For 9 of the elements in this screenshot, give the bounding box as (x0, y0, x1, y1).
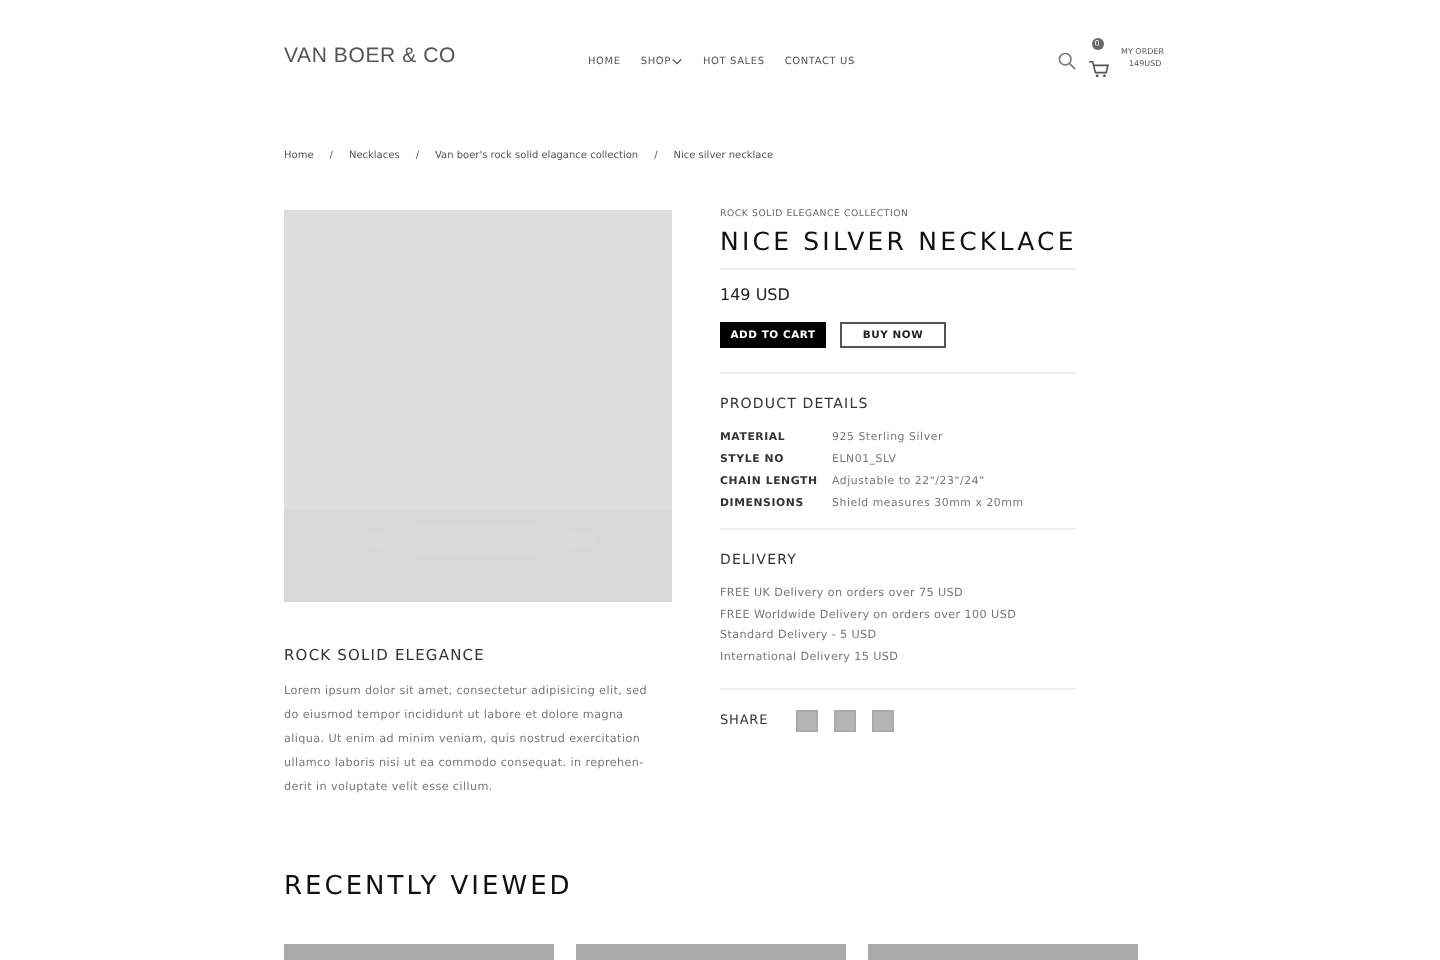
logo[interactable]: VAN BOER & CO (284, 44, 588, 68)
share-button[interactable] (834, 709, 857, 732)
section-heading: RECENTLY VIEWED (284, 872, 575, 902)
share-button[interactable] (796, 709, 819, 732)
cart-icon[interactable] (1087, 60, 1110, 78)
share-button[interactable] (872, 709, 895, 732)
search-icon[interactable] (1057, 52, 1076, 70)
price: 149 USD (720, 286, 792, 304)
product-title: NICE SILVER NECKLACE (720, 226, 1077, 256)
